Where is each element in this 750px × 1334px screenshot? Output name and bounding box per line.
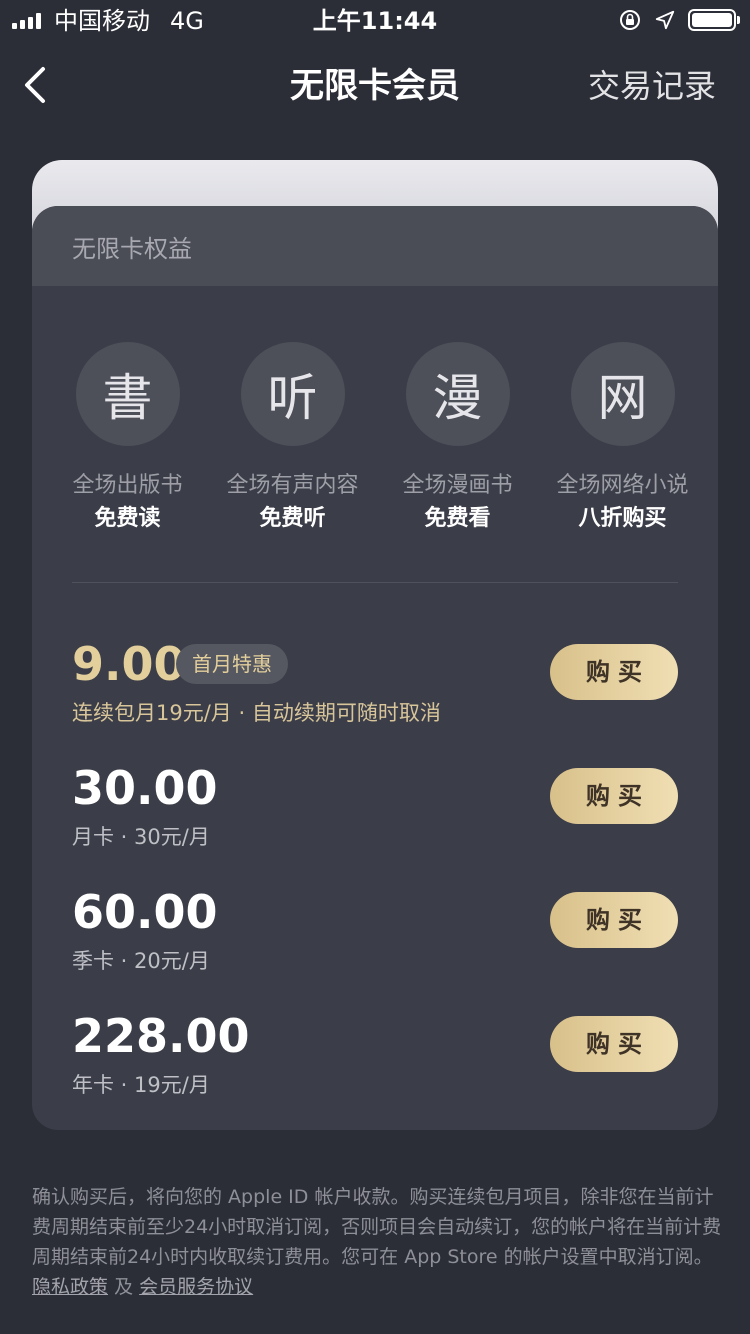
- plan-price: 60.00: [72, 885, 218, 939]
- status-bar: 中国移动 4G 上午11:44: [0, 0, 750, 40]
- service-agreement-link[interactable]: 会员服务协议: [139, 1276, 253, 1298]
- benefits-row: 書 全场出版书 免费读 听 全场有声内容 免费听 漫 全场漫画书 免费看 网 全…: [32, 342, 718, 536]
- web-novel-icon: 网: [570, 342, 675, 446]
- plan-year: 228.00 年卡 · 19元/月 购买: [72, 1008, 678, 1118]
- audio-icon: 听: [240, 342, 345, 446]
- plan-price: 228.00: [72, 1009, 250, 1063]
- notice-and: 及: [114, 1276, 134, 1298]
- plan-quarter: 60.00 季卡 · 20元/月 购买: [72, 884, 678, 994]
- plan-description: 月卡 · 30元/月: [72, 825, 210, 849]
- benefit-item: 漫 全场漫画书 免费看: [375, 342, 540, 536]
- subscription-notice: 确认购买后，将向您的 Apple ID 帐户收款。购买连续包月项目，除非您在当前…: [32, 1182, 722, 1302]
- comic-icon: 漫: [405, 342, 510, 446]
- battery-icon: [688, 9, 740, 31]
- benefit-item: 网 全场网络小说 八折购买: [540, 342, 705, 536]
- plan-description: 季卡 · 20元/月: [72, 949, 210, 973]
- benefit-desc: 全场有声内容: [226, 473, 359, 498]
- benefit-desc: 全场出版书: [72, 473, 183, 498]
- benefit-desc: 全场漫画书: [402, 473, 513, 498]
- plan-description: 连续包月19元/月 · 自动续期可随时取消: [72, 701, 441, 725]
- benefit-value: 免费读: [94, 506, 161, 531]
- notice-text: 确认购买后，将向您的 Apple ID 帐户收款。购买连续包月项目，除非您在当前…: [32, 1186, 722, 1268]
- benefit-desc: 全场网络小说: [556, 473, 689, 498]
- buy-button[interactable]: 购买: [550, 892, 678, 948]
- status-icons: [618, 8, 740, 32]
- plan-monthly-auto: 9.00 首月特惠 连续包月19元/月 · 自动续期可随时取消 购买: [72, 636, 678, 746]
- plan-month: 30.00 月卡 · 30元/月 购买: [72, 760, 678, 870]
- book-icon: 書: [75, 342, 180, 446]
- rotation-lock-icon: [620, 10, 640, 30]
- privacy-policy-link[interactable]: 隐私政策: [32, 1276, 108, 1298]
- membership-card: 无限卡权益 書 全场出版书 免费读 听 全场有声内容 免费听 漫 全场漫画书 免…: [32, 206, 718, 1130]
- first-month-badge: 首月特惠: [176, 644, 288, 684]
- divider: [72, 582, 678, 583]
- benefit-value: 免费听: [259, 506, 326, 531]
- nav-bar: 无限卡会员 交易记录: [0, 44, 750, 128]
- plan-price: 30.00: [72, 761, 218, 815]
- location-icon: [655, 10, 675, 30]
- benefit-value: 免费看: [424, 506, 491, 531]
- buy-button[interactable]: 购买: [550, 768, 678, 824]
- plan-description: 年卡 · 19元/月: [72, 1073, 210, 1097]
- card-header: 无限卡权益: [32, 206, 718, 286]
- benefit-value: 八折购买: [578, 506, 667, 531]
- transaction-history-button[interactable]: 交易记录: [588, 64, 716, 108]
- plan-price: 9.00: [72, 637, 186, 691]
- benefit-item: 書 全场出版书 免费读: [45, 342, 210, 536]
- benefit-item: 听 全场有声内容 免费听: [210, 342, 375, 536]
- buy-button[interactable]: 购买: [550, 644, 678, 700]
- buy-button[interactable]: 购买: [550, 1016, 678, 1072]
